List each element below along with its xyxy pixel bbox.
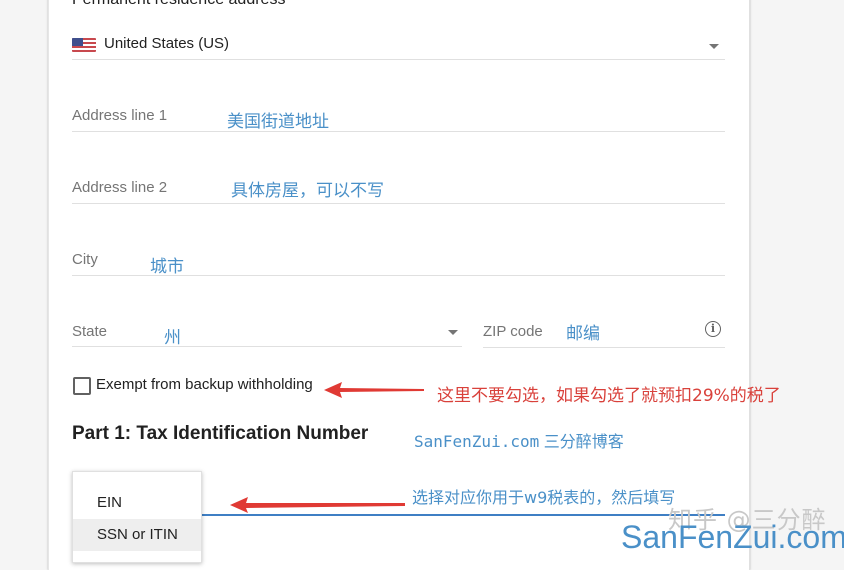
chevron-down-icon[interactable]: [448, 330, 458, 335]
arrow-shape: [230, 497, 405, 513]
annotation-site-en: SanFenZui.com: [414, 432, 540, 451]
state-label: State: [72, 323, 108, 340]
annotation-checkbox-note: 这里不要勾选，如果勾选了就预扣29%的税了: [437, 386, 781, 406]
country-value: United States (US): [104, 35, 230, 52]
annotation-arrow-tin: [230, 497, 405, 513]
annotation-site-cn: 三分醉博客: [543, 432, 624, 451]
info-icon[interactable]: i: [705, 321, 721, 337]
part1-title: Part 1: Tax Identification Number: [72, 423, 369, 444]
arrow-shape: [324, 382, 424, 398]
address-line-1-value[interactable]: 美国街道地址: [227, 107, 329, 132]
exempt-checkbox-label[interactable]: Exempt from backup withholding: [96, 376, 313, 393]
state-underline: [72, 346, 462, 347]
tin-type-menu: EIN SSN or ITIN: [72, 471, 202, 563]
tin-field-underline-active: [200, 514, 725, 516]
chevron-down-icon[interactable]: [709, 44, 719, 49]
city-label: City: [72, 251, 98, 268]
us-flag-icon: [72, 38, 96, 52]
address-line-2-underline: [72, 203, 725, 204]
city-value[interactable]: 城市: [150, 252, 184, 277]
country-underline: [72, 59, 725, 60]
zip-code-value[interactable]: 邮编: [566, 319, 600, 344]
section-label-permanent-address: Permanent residence address: [72, 0, 285, 9]
menu-item-ein[interactable]: EIN: [73, 487, 201, 519]
address-line-2-value[interactable]: 具体房屋，可以不写: [231, 176, 384, 201]
address-line-1-label: Address line 1: [72, 107, 168, 124]
address-line-1-underline: [72, 131, 725, 132]
menu-item-ssn-itin[interactable]: SSN or ITIN: [73, 519, 201, 551]
annotation-tin-note: 选择对应你用于w9税表的，然后填写: [412, 488, 676, 507]
annotation-site-note: SanFenZui.com 三分醉博客: [414, 428, 624, 452]
city-underline: [72, 275, 725, 276]
site-watermark: SanFenZui.com: [621, 519, 844, 555]
annotation-arrow-checkbox: [324, 382, 424, 398]
zip-code-underline: [483, 347, 725, 348]
address-line-2-label: Address line 2: [72, 179, 168, 196]
exempt-checkbox[interactable]: [73, 377, 91, 395]
state-value: 州: [164, 328, 181, 348]
zip-code-label: ZIP code: [483, 323, 543, 340]
